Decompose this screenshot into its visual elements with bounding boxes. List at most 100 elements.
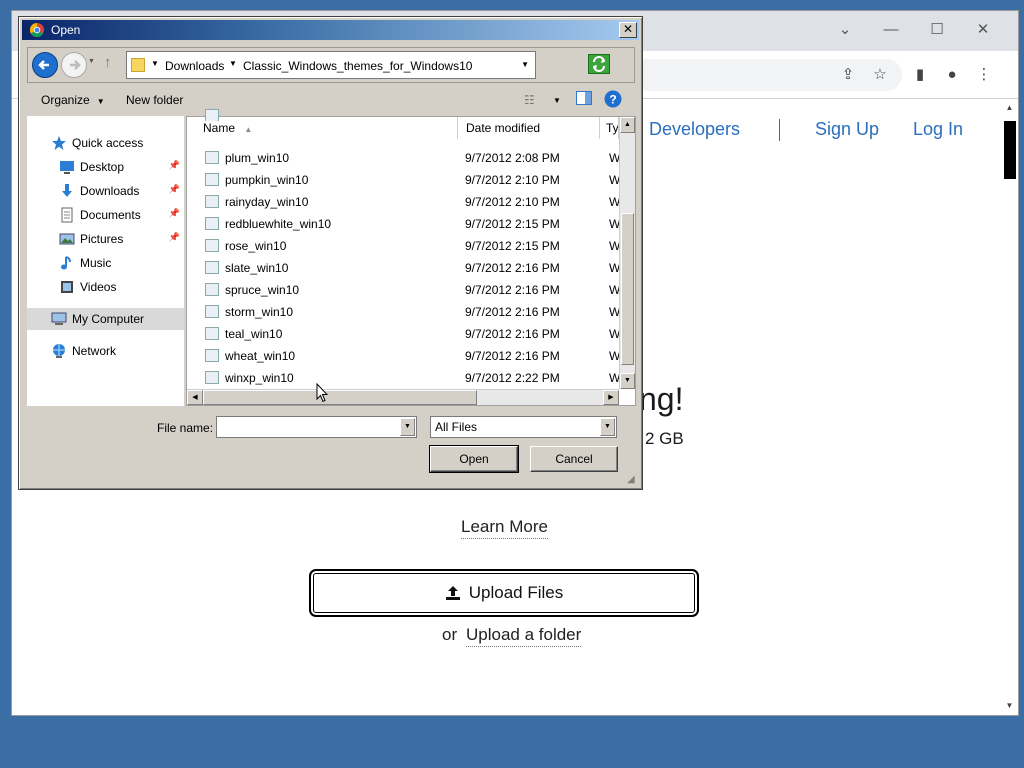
list-item[interactable]: storm_win10 9/7/2012 2:16 PM W: [187, 301, 619, 323]
downloads-icon: [62, 184, 72, 197]
open-button[interactable]: Open: [429, 445, 519, 473]
forward-icon[interactable]: [61, 52, 87, 78]
desktop-icon: [60, 161, 74, 174]
file-name-input[interactable]: [216, 416, 417, 438]
list-item[interactable]: plum_win10 9/7/2012 2:08 PM W: [187, 147, 619, 169]
list-item[interactable]: winxp_win10 9/7/2012 2:22 PM W: [187, 367, 619, 389]
list-item[interactable]: rose_win10 9/7/2012 2:15 PM W: [187, 235, 619, 257]
hero-heading: ng!: [639, 381, 684, 417]
nav-log-in[interactable]: Log In: [913, 119, 963, 140]
recent-locations-icon[interactable]: ▼: [88, 58, 95, 65]
scroll-up-icon[interactable]: ▲: [1001, 101, 1018, 115]
nav-downloads[interactable]: Downloads 📌: [27, 180, 184, 202]
scrollbar-thumb[interactable]: [621, 213, 634, 365]
file-type: W: [609, 151, 619, 165]
organize-button[interactable]: Organize ▼: [41, 93, 105, 107]
upload-files-button[interactable]: Upload Files: [309, 569, 699, 617]
list-item[interactable]: spruce_win10 9/7/2012 2:16 PM W: [187, 279, 619, 301]
file-type: W: [609, 327, 619, 341]
chevron-down-icon[interactable]: ▼: [600, 418, 615, 436]
nav-videos[interactable]: Videos: [27, 276, 184, 298]
nav-music-label: Music: [80, 256, 112, 270]
resize-grip-icon[interactable]: ◢: [627, 474, 639, 486]
close-icon[interactable]: ✕: [619, 22, 637, 38]
upload-folder-link[interactable]: Upload a folder: [466, 625, 582, 647]
refresh-icon[interactable]: [588, 54, 610, 74]
pin-icon: 📌: [168, 184, 180, 194]
new-folder-button[interactable]: New folder: [126, 93, 183, 107]
videos-icon: [61, 281, 73, 293]
file-name: pumpkin_win10: [225, 173, 309, 187]
nav-quick-access[interactable]: Quick access: [27, 132, 184, 154]
scroll-down-icon[interactable]: ▼: [620, 373, 635, 389]
tab-dropdown-icon[interactable]: ⌄: [822, 16, 868, 44]
file-list-vertical-scrollbar[interactable]: ▲ ▼: [619, 117, 635, 389]
nav-developers[interactable]: Developers: [649, 119, 740, 140]
share-icon[interactable]: ⇪: [838, 65, 858, 85]
list-item[interactable]: redbluewhite_win10 9/7/2012 2:15 PM W: [187, 213, 619, 235]
list-item[interactable]: slate_win10 9/7/2012 2:16 PM W: [187, 257, 619, 279]
nav-desktop[interactable]: Desktop 📌: [27, 156, 184, 178]
nav-pictures[interactable]: Pictures 📌: [27, 228, 184, 250]
up-arrow-icon[interactable]: ↑: [104, 54, 112, 71]
chevron-down-icon[interactable]: ▼: [400, 418, 415, 436]
pin-icon: 📌: [168, 232, 180, 242]
star-icon[interactable]: ☆: [870, 65, 890, 85]
list-item[interactable]: rainyday_win10 9/7/2012 2:10 PM W: [187, 191, 619, 213]
learn-more-link[interactable]: Learn More: [461, 517, 548, 539]
nav-my-computer[interactable]: My Computer: [27, 308, 184, 330]
chevron-down-icon[interactable]: ▼: [151, 59, 159, 68]
file-date: 9/7/2012 2:15 PM: [465, 217, 560, 231]
list-item[interactable]: wheat_win10 9/7/2012 2:16 PM W: [187, 345, 619, 367]
chrome-icon: [30, 23, 44, 37]
file-name: slate_win10: [225, 261, 289, 275]
nav-sign-up[interactable]: Sign Up: [815, 119, 879, 140]
file-date: 9/7/2012 2:10 PM: [465, 173, 560, 187]
view-dropdown-icon[interactable]: ▼: [553, 96, 561, 105]
chevron-down-icon[interactable]: ▼: [229, 59, 237, 68]
file-name-label: File name:: [157, 421, 214, 435]
hero-subtext: 2 GB: [645, 429, 684, 448]
address-bar[interactable]: [632, 59, 902, 91]
scroll-up-icon[interactable]: ▲: [620, 117, 635, 133]
nav-network[interactable]: Network: [27, 340, 184, 362]
file-name: spruce_win10: [225, 283, 300, 297]
file-date: 9/7/2012 2:16 PM: [465, 327, 560, 341]
scroll-left-icon[interactable]: ◀: [187, 390, 203, 405]
minimize-icon[interactable]: —: [868, 16, 914, 44]
page-scrollbar[interactable]: ▲ ▼: [1001, 99, 1018, 715]
breadcrumb-current-folder[interactable]: Classic_Windows_themes_for_Windows10: [243, 59, 472, 73]
file-icon: [205, 173, 219, 186]
scroll-down-icon[interactable]: ▼: [1001, 699, 1018, 713]
list-item[interactable]: teal_win10 9/7/2012 2:16 PM W: [187, 323, 619, 345]
close-icon[interactable]: ✕: [960, 16, 1006, 44]
nav-music[interactable]: Music: [27, 252, 184, 274]
breadcrumb[interactable]: ▼ Downloads ▼ Classic_Windows_themes_for…: [126, 51, 536, 79]
nav-my-computer-label: My Computer: [72, 312, 145, 326]
mouse-cursor-icon: [316, 383, 328, 403]
nav-documents[interactable]: Documents 📌: [27, 204, 184, 226]
more-icon[interactable]: ⋮: [974, 65, 994, 85]
maximize-icon[interactable]: ☐: [914, 16, 960, 44]
list-item[interactable]: [187, 105, 619, 121]
upload-icon: [445, 586, 460, 600]
scrollbar-thumb[interactable]: [203, 390, 477, 405]
side-panel-icon[interactable]: ▮: [910, 65, 930, 85]
cancel-button[interactable]: Cancel: [530, 446, 618, 472]
address-dropdown-icon[interactable]: ▼: [521, 60, 529, 69]
breadcrumb-downloads[interactable]: Downloads: [165, 59, 224, 73]
scrollbar-thumb[interactable]: [1004, 121, 1016, 179]
file-name: rainyday_win10: [225, 195, 309, 209]
profile-icon[interactable]: ●: [942, 65, 962, 85]
folder-icon: [131, 58, 145, 72]
back-icon[interactable]: [32, 52, 58, 78]
file-type: W: [609, 283, 619, 297]
file-list: Name ▲ Date modified Ty plum_win10 9/7/20…: [186, 109, 636, 406]
list-item[interactable]: pumpkin_win10 9/7/2012 2:10 PM W: [187, 169, 619, 191]
scroll-right-icon[interactable]: ▶: [603, 390, 619, 405]
file-date: 9/7/2012 2:15 PM: [465, 239, 560, 253]
file-type-select[interactable]: All Files ▼: [430, 416, 617, 438]
open-dialog: Open ✕ ▼ ↑ ▼ Downloads ▼ Classic_Windows…: [18, 16, 643, 490]
dialog-navigation-bar: ▼ ↑ ▼ Downloads ▼ Classic_Windows_themes…: [27, 47, 635, 83]
file-list-horizontal-scrollbar[interactable]: ◀ ▶: [187, 389, 619, 405]
